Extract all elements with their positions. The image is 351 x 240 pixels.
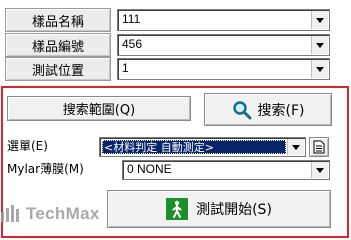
mylar-value: 0 NONE xyxy=(127,162,172,176)
chevron-down-icon[interactable] xyxy=(287,139,304,155)
menu-label: 選單(E) xyxy=(7,139,48,153)
menu-document-button[interactable] xyxy=(309,137,329,157)
test-position-value: 1 xyxy=(122,61,129,75)
chevron-down-icon[interactable] xyxy=(311,60,328,78)
test-position-combo[interactable]: 1 xyxy=(117,58,330,80)
start-test-button[interactable]: 測試開始(S) xyxy=(107,190,331,228)
start-test-button-label: 測試開始(S) xyxy=(196,202,272,218)
test-position-label-text: 測試位置 xyxy=(31,63,84,79)
test-position-label: 測試位置 xyxy=(5,57,111,81)
sample-id-value: 456 xyxy=(122,37,143,51)
sample-name-combo[interactable]: 111 xyxy=(117,9,330,31)
search-range-button[interactable]: 搜索範圍(Q) xyxy=(7,96,191,121)
document-icon xyxy=(313,140,325,154)
sample-name-label: 樣品名稱 xyxy=(5,8,111,32)
mylar-label: Mylar薄膜(M) xyxy=(7,162,84,176)
chevron-down-icon[interactable] xyxy=(311,36,328,54)
search-range-button-label: 搜索範圍(Q) xyxy=(62,103,136,118)
sample-id-label-text: 樣品編號 xyxy=(31,39,84,55)
techmax-logo-icon xyxy=(1,205,19,222)
chevron-down-icon[interactable] xyxy=(311,11,328,29)
sample-id-label: 樣品編號 xyxy=(5,33,111,57)
menu-value: <材料判定 自動測定> xyxy=(104,141,214,154)
sample-name-value: 111 xyxy=(122,12,141,26)
sample-id-combo[interactable]: 456 xyxy=(117,34,330,56)
search-icon xyxy=(232,100,251,119)
techmax-watermark: TechMax xyxy=(0,204,100,224)
sample-name-label-text: 樣品名稱 xyxy=(31,14,84,30)
person-walking-icon xyxy=(166,198,189,220)
search-button[interactable]: 搜索(F) xyxy=(204,93,332,126)
menu-combo[interactable]: <材料判定 自動測定> xyxy=(99,137,306,157)
chevron-down-icon[interactable] xyxy=(311,162,328,178)
techmax-brand: TechMax xyxy=(26,204,100,223)
mylar-combo[interactable]: 0 NONE xyxy=(122,160,330,180)
search-button-label: 搜索(F) xyxy=(257,102,305,119)
